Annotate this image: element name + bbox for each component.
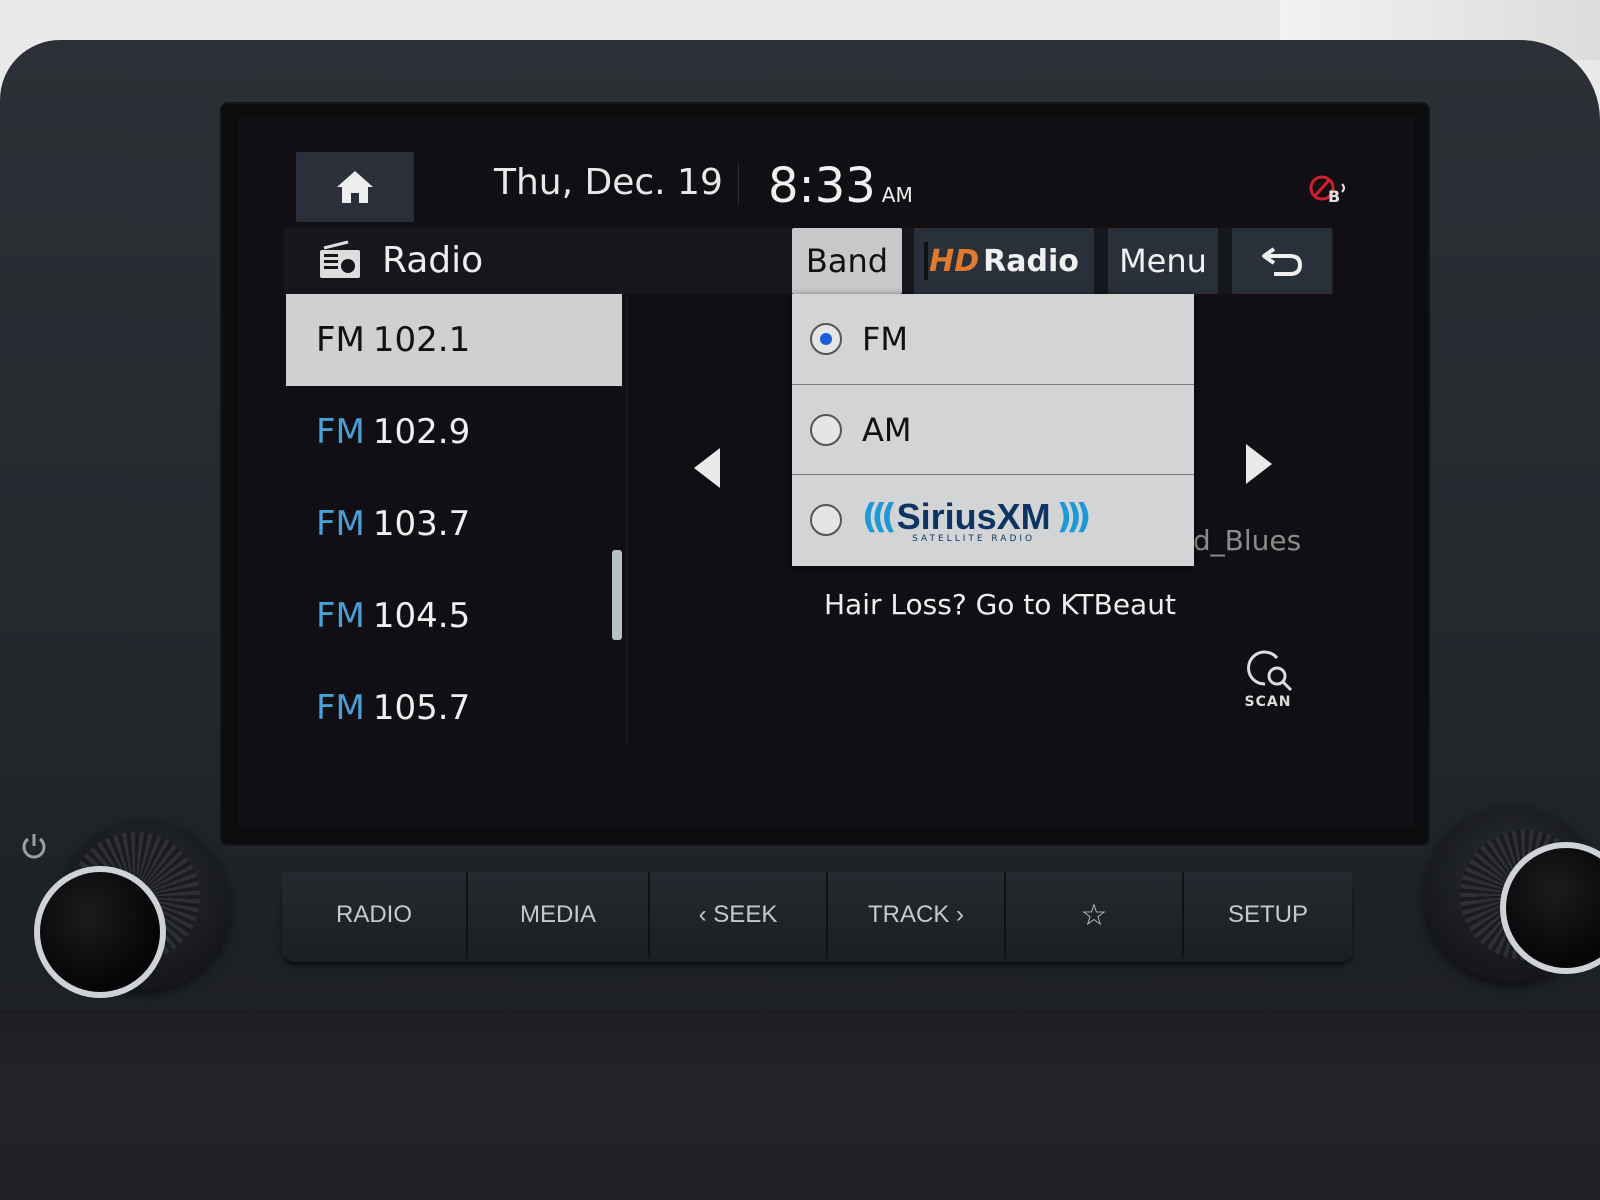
bluetooth-disabled-icon: B [1309,175,1345,206]
preset-frequency: 102.1 [372,320,471,360]
preset-band: FM [316,412,365,452]
status-separator [738,162,739,206]
preset-item[interactable]: FM 102.1 [286,294,622,386]
seek-back-hard-key[interactable]: ‹ SEEK [650,872,828,958]
dashboard-trim [0,1010,1600,1200]
scan-button[interactable]: SCAN [1238,648,1298,718]
previous-station-arrow-icon[interactable] [694,448,720,488]
bluetooth-badge: B [1328,187,1340,206]
siriusxm-wordmark: SiriusXM [896,495,1051,537]
hd-logo-text: Radio [983,243,1079,279]
hard-key-strip: RADIO MEDIA ‹ SEEK TRACK › ☆ SETUP [282,872,1352,962]
star-icon: ☆ [1080,898,1108,932]
preset-band: FM [316,688,365,728]
power-icon[interactable] [18,830,50,862]
hd-radio-button[interactable]: HD Radio [914,228,1094,294]
scan-icon [1247,650,1293,692]
preset-scrollbar[interactable] [612,550,622,640]
preset-item[interactable]: FM 104.5 [286,570,622,662]
radio-icon [320,240,360,278]
home-icon [337,171,373,203]
preset-frequency: 102.9 [372,412,471,452]
clock-time: 8:33 [768,158,876,214]
preset-item[interactable]: FM 103.7 [286,478,622,570]
media-hard-key[interactable]: MEDIA [468,872,650,958]
siriusxm-sublabel: SATELLITE RADIO [912,533,1036,544]
page-title-text: Radio [382,239,484,281]
preset-frequency: 104.5 [372,596,471,636]
home-button[interactable] [296,152,414,222]
band-option-siriusxm[interactable]: ((( SiriusXM ))) SATELLITE RADIO [792,474,1194,564]
band-option-fm[interactable]: FM [792,294,1194,384]
back-button[interactable] [1232,228,1332,294]
band-option-label: FM [862,320,909,358]
back-arrow-icon [1262,247,1303,276]
scan-label: SCAN [1244,694,1292,710]
radio-button[interactable] [810,413,842,446]
band-button[interactable]: Band [792,228,902,294]
siriusxm-logo: ((( SiriusXM ))) SATELLITE RADIO [862,495,1092,544]
preset-list: FM 102.1 FM 102.9 FM 103.7 FM 104.5 FM 1… [286,294,626,754]
bluetooth-status: B [1308,172,1352,208]
track-forward-hard-key[interactable]: TRACK › [828,872,1006,958]
preset-band: FM [316,320,365,360]
date-display: Thu, Dec. 19 [494,162,723,203]
signal-waves-right-icon: ))) [1056,496,1092,537]
band-option-am[interactable]: AM [792,384,1194,474]
list-divider [626,294,628,744]
clock-ampm: AM [881,183,913,207]
clock-display: 8:33 AM [768,158,913,214]
setup-hard-key[interactable]: SETUP [1184,872,1352,958]
volume-knob[interactable] [34,866,166,998]
next-station-arrow-icon[interactable] [1246,444,1272,484]
band-dropdown: FM AM ((( SiriusXM ))) SATELLITE RADIO [792,294,1194,566]
band-option-label: AM [862,410,912,449]
radio-selected-dot [820,333,832,345]
menu-button[interactable]: Menu [1108,228,1218,294]
favorite-hard-key[interactable]: ☆ [1006,872,1184,958]
preset-item[interactable]: FM 102.9 [286,386,622,478]
hd-indicator [924,242,928,280]
preset-frequency: 105.7 [372,688,471,728]
radio-text: Hair Loss? Go to KTBeaut [824,588,1176,621]
signal-waves-left-icon: ((( [862,496,897,537]
hd-logo-mark: HD [929,243,980,279]
radio-button[interactable] [810,503,842,536]
preset-item[interactable]: FM 105.7 [286,662,622,754]
hd-radio-logo: HD Radio [929,244,1079,279]
infotainment-screen: Thu, Dec. 19 8:33 AM B Radio Band HD Radi… [238,118,1414,828]
preset-band: FM [316,596,365,636]
radio-hard-key[interactable]: RADIO [282,872,468,958]
preset-band: FM [316,504,365,544]
radio-button-selected[interactable] [810,323,842,355]
page-title: Radio [318,230,483,290]
preset-frequency: 103.7 [372,504,471,544]
